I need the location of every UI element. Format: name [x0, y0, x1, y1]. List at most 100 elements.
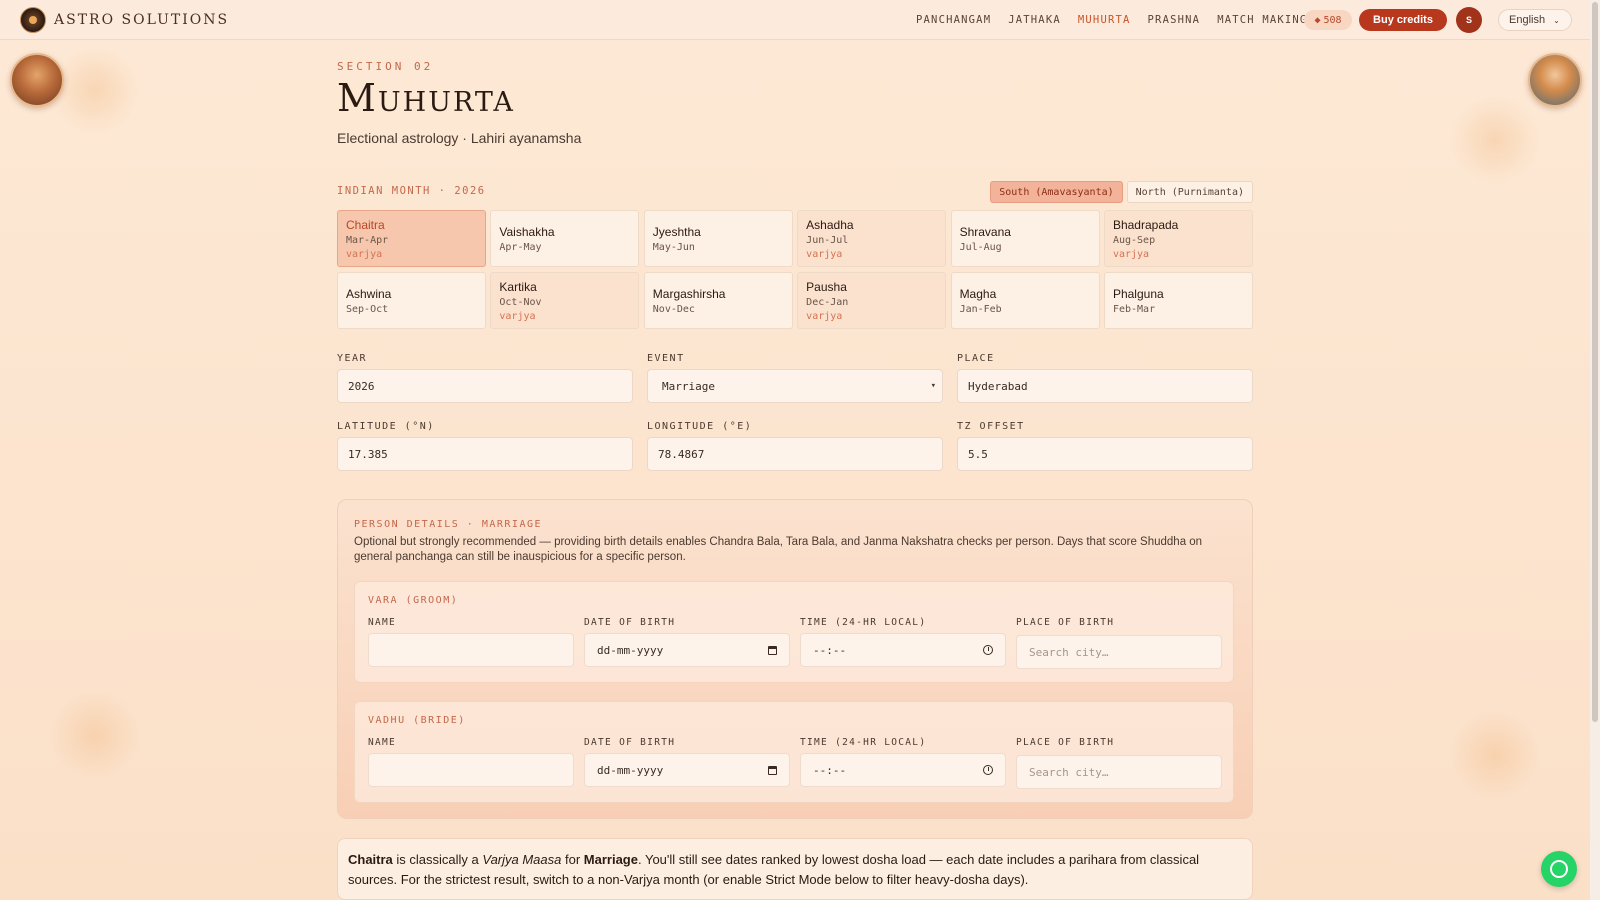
groom-dob-label: DATE OF BIRTH — [584, 617, 676, 628]
month-card-kartika[interactable]: Kartika Oct-Nov varjya — [490, 272, 640, 329]
brand-name: ASTRO SOLUTIONS — [54, 11, 230, 28]
toggle-south-amavasyanta[interactable]: South (Amavasyanta) — [990, 181, 1123, 203]
person-details-title: PERSON DETAILS · MARRIAGE — [354, 519, 543, 530]
longitude-label: LONGITUDE (°E) — [647, 421, 753, 432]
groom-time-label: TIME (24-HR LOCAL) — [800, 617, 927, 628]
groom-dob-input[interactable]: dd-mm-yyyy — [584, 633, 790, 667]
credits-count: 508 — [1323, 14, 1342, 26]
month-card-margashirsha[interactable]: Margashirsha Nov-Dec — [643, 272, 793, 329]
nav-match-making[interactable]: MATCH MAKING — [1217, 14, 1307, 26]
month-range: Mar-Apr — [346, 234, 389, 246]
scrollbar-thumb[interactable] — [1592, 2, 1598, 722]
month-grid: Chaitra Mar-Apr varjya Vaishakha Apr-May… — [337, 210, 1253, 329]
month-card-shravana[interactable]: Shravana Jul-Aug — [950, 210, 1100, 267]
bride-place-input[interactable]: Search city… — [1016, 755, 1222, 789]
month-range: Sep-Oct — [346, 303, 389, 315]
avatar[interactable]: S — [1456, 7, 1482, 33]
month-card-ashadha[interactable]: Ashadha Jun-Jul varjya — [797, 210, 947, 267]
month-name: Jyeshtha — [652, 224, 701, 239]
month-name: Ashadha — [806, 217, 854, 232]
month-range: Jan-Feb — [959, 303, 1002, 315]
mandala-decoration — [1450, 95, 1540, 185]
groom-time-input[interactable]: --:-- — [800, 633, 1006, 667]
scrollbar[interactable] — [1590, 0, 1600, 900]
mandala-decoration — [1450, 710, 1540, 800]
whatsapp-chat-button[interactable] — [1541, 851, 1577, 887]
language-value: English — [1509, 14, 1546, 26]
groom-place-input[interactable]: Search city… — [1016, 635, 1222, 669]
brand[interactable]: ASTRO SOLUTIONS — [20, 6, 230, 33]
month-card-bhadrapada[interactable]: Bhadrapada Aug-Sep varjya — [1103, 210, 1253, 267]
groom-name-input[interactable] — [368, 633, 574, 667]
nav-panchangam[interactable]: PANCHANGAM — [916, 14, 991, 26]
bride-name-input[interactable] — [368, 753, 574, 787]
nav-muhurta[interactable]: MUHURTA — [1078, 14, 1131, 26]
event-select[interactable]: Marriage ▾ — [647, 369, 943, 403]
month-card-pausha[interactable]: Pausha Dec-Jan varjya — [797, 272, 947, 329]
month-name: Kartika — [499, 279, 537, 294]
varjya-tag: varjya — [499, 310, 536, 322]
dob-placeholder: dd-mm-yyyy — [597, 643, 664, 657]
toggle-north-purnimanta[interactable]: North (Purnimanta) — [1126, 181, 1253, 203]
month-name: Ashwina — [346, 286, 392, 301]
time-placeholder: --:-- — [813, 643, 847, 657]
month-range: Jun-Jul — [806, 234, 849, 246]
calendar-system-toggle: South (Amavasyanta) North (Purnimanta) — [990, 181, 1253, 203]
bride-place-label: PLACE OF BIRTH — [1016, 737, 1115, 748]
month-name: Bhadrapada — [1112, 217, 1179, 232]
bride-dob-input[interactable]: dd-mm-yyyy — [584, 753, 790, 787]
month-card-phalguna[interactable]: Phalguna Feb-Mar — [1103, 272, 1253, 329]
nav-prashna[interactable]: PRASHNA — [1148, 14, 1201, 26]
month-card-ashwina[interactable]: Ashwina Sep-Oct — [337, 272, 486, 329]
notice-event: Marriage — [583, 852, 638, 867]
month-picker-heading: INDIAN MONTH · 2026 — [337, 185, 486, 197]
bride-name-label: NAME — [368, 737, 397, 748]
clock-icon[interactable] — [983, 765, 993, 775]
calendar-icon[interactable] — [768, 645, 777, 655]
nav-jathaka[interactable]: JATHAKA — [1008, 14, 1061, 26]
year-label: YEAR — [337, 353, 368, 364]
mandala-decoration — [50, 45, 140, 135]
diamond-icon: ◆ — [1314, 14, 1321, 26]
dob-placeholder: dd-mm-yyyy — [597, 763, 664, 777]
month-name: Pausha — [806, 279, 847, 294]
varjya-tag: varjya — [806, 310, 843, 322]
top-navbar: ASTRO SOLUTIONS PANCHANGAM JATHAKA MUHUR… — [0, 0, 1590, 40]
month-card-magha[interactable]: Magha Jan-Feb — [950, 272, 1100, 329]
month-name: Shravana — [959, 224, 1011, 239]
month-card-jyeshtha[interactable]: Jyeshtha May-Jun — [643, 210, 793, 267]
month-name: Phalguna — [1112, 286, 1164, 301]
notice-term: Varjya Maasa — [482, 852, 562, 867]
month-name: Margashirsha — [652, 286, 726, 301]
whatsapp-icon — [1550, 860, 1568, 878]
month-card-vaishakha[interactable]: Vaishakha Apr-May — [490, 210, 640, 267]
clock-icon[interactable] — [983, 645, 993, 655]
varjya-tag: varjya — [806, 248, 843, 260]
year-input[interactable]: 2026 — [337, 369, 633, 403]
groom-place-label: PLACE OF BIRTH — [1016, 617, 1115, 628]
bride-title: VADHU (BRIDE) — [368, 715, 466, 726]
bride-time-input[interactable]: --:-- — [800, 753, 1006, 787]
varjya-notice: Chaitra is classically a Varjya Maasa fo… — [337, 838, 1253, 900]
section-label: SECTION 02 — [337, 60, 434, 73]
language-select[interactable]: English ⌄ — [1498, 9, 1572, 31]
latitude-input[interactable]: 17.385 — [337, 437, 633, 471]
time-placeholder: --:-- — [813, 763, 847, 777]
place-input[interactable]: Hyderabad — [957, 369, 1253, 403]
credits-badge[interactable]: ◆ 508 — [1304, 10, 1352, 30]
tz-offset-input[interactable]: 5.5 — [957, 437, 1253, 471]
varjya-tag: varjya — [1112, 248, 1150, 260]
chevron-down-icon: ⌄ — [1553, 15, 1560, 25]
month-range: Jul-Aug — [959, 241, 1002, 253]
event-label: EVENT — [647, 353, 685, 364]
notice-text: is classically a — [392, 852, 483, 867]
event-value: Marriage — [662, 379, 715, 393]
sage-avatar-icon — [1528, 53, 1582, 107]
longitude-input[interactable]: 78.4867 — [647, 437, 943, 471]
place-label: PLACE — [957, 353, 995, 364]
buy-credits-button[interactable]: Buy credits — [1359, 9, 1447, 31]
calendar-icon[interactable] — [768, 765, 777, 775]
tz-offset-label: TZ OFFSET — [957, 421, 1025, 432]
month-range: Dec-Jan — [806, 296, 849, 308]
month-card-chaitra[interactable]: Chaitra Mar-Apr varjya — [337, 210, 486, 267]
